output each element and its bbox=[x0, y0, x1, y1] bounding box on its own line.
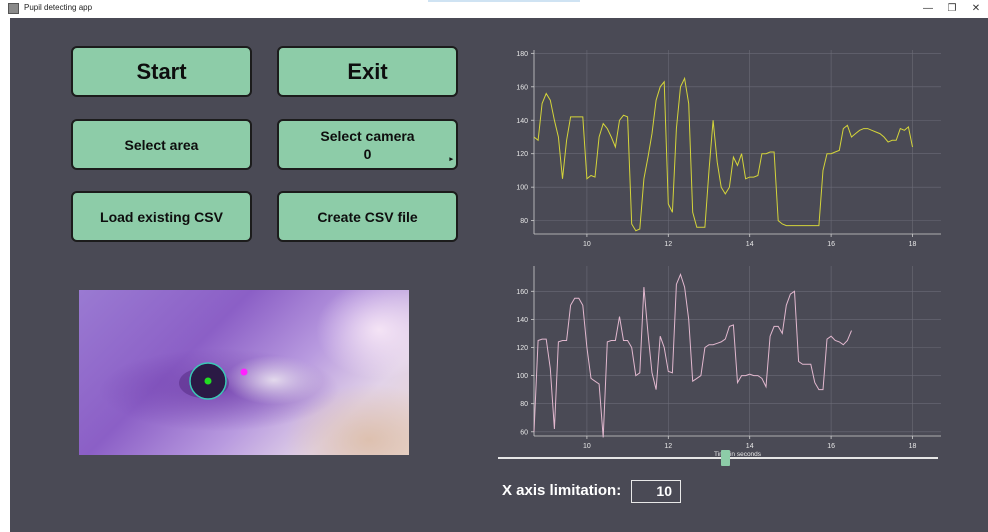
y-tick-label: 100 bbox=[516, 373, 528, 380]
camera-index-value: 0 bbox=[363, 145, 372, 162]
x-axis-slider-handle[interactable] bbox=[721, 450, 730, 466]
title-accent-bar bbox=[428, 0, 580, 2]
y-tick-label: 120 bbox=[516, 151, 528, 158]
x-tick-label: 14 bbox=[746, 443, 754, 450]
pupil-center-dot bbox=[204, 377, 212, 385]
window-title: Pupil detecting app bbox=[24, 3, 93, 12]
y-tick-label: 160 bbox=[516, 289, 528, 296]
x-axis-limitation-input[interactable]: 10 bbox=[631, 480, 681, 503]
y-tick-label: 140 bbox=[516, 118, 528, 125]
app-icon bbox=[8, 3, 19, 14]
x-axis-limitation-label: X axis limitation: bbox=[502, 482, 622, 499]
select-camera-button[interactable]: Select camera 0 ▸ bbox=[277, 119, 458, 170]
y-tick-label: 80 bbox=[520, 401, 528, 408]
pupil-plot-bottom: 10 12 14 16 186080100120140160Time in second… bbox=[516, 266, 941, 458]
reflection-marker-dot bbox=[240, 368, 248, 376]
x-tick-label: 12 bbox=[664, 241, 672, 248]
camera-preview bbox=[79, 290, 409, 455]
y-tick-label: 160 bbox=[516, 84, 528, 91]
x-axis-slider-track[interactable] bbox=[498, 457, 938, 459]
y-tick-label: 180 bbox=[516, 51, 528, 58]
x-tick-label: 18 bbox=[909, 241, 917, 248]
pupil-plot-top: 10 12 14 16 18 80 100 120 140 160 180 bbox=[516, 50, 941, 248]
x-tick-label: 12 bbox=[664, 443, 672, 450]
y-tick-label: 80 bbox=[520, 218, 528, 225]
close-icon[interactable]: ✕ bbox=[962, 1, 988, 17]
x-tick-label: 18 bbox=[909, 443, 917, 450]
spin-arrow-icon[interactable]: ▸ bbox=[449, 151, 453, 169]
exit-button[interactable]: Exit bbox=[277, 46, 458, 97]
load-csv-button[interactable]: Load existing CSV bbox=[71, 191, 252, 242]
y-tick-label: 140 bbox=[516, 317, 528, 324]
x-tick-label: 14 bbox=[746, 241, 754, 248]
y-tick-label: 60 bbox=[520, 429, 528, 436]
x-tick-label: 16 bbox=[827, 443, 835, 450]
pupil-series-line bbox=[533, 272, 852, 438]
create-csv-button[interactable]: Create CSV file bbox=[277, 191, 458, 242]
x-tick-label: 16 bbox=[827, 241, 835, 248]
select-camera-label: Select camera bbox=[320, 127, 415, 144]
title-bar: Pupil detecting app — ❐ ✕ bbox=[0, 0, 988, 18]
x-tick-label: 10 bbox=[583, 443, 591, 450]
start-button[interactable]: Start bbox=[71, 46, 252, 97]
x-tick-label: 10 bbox=[583, 241, 591, 248]
pupil-series-line bbox=[533, 76, 913, 232]
select-area-button[interactable]: Select area bbox=[71, 119, 252, 170]
y-tick-label: 100 bbox=[516, 185, 528, 192]
y-tick-label: 120 bbox=[516, 345, 528, 352]
